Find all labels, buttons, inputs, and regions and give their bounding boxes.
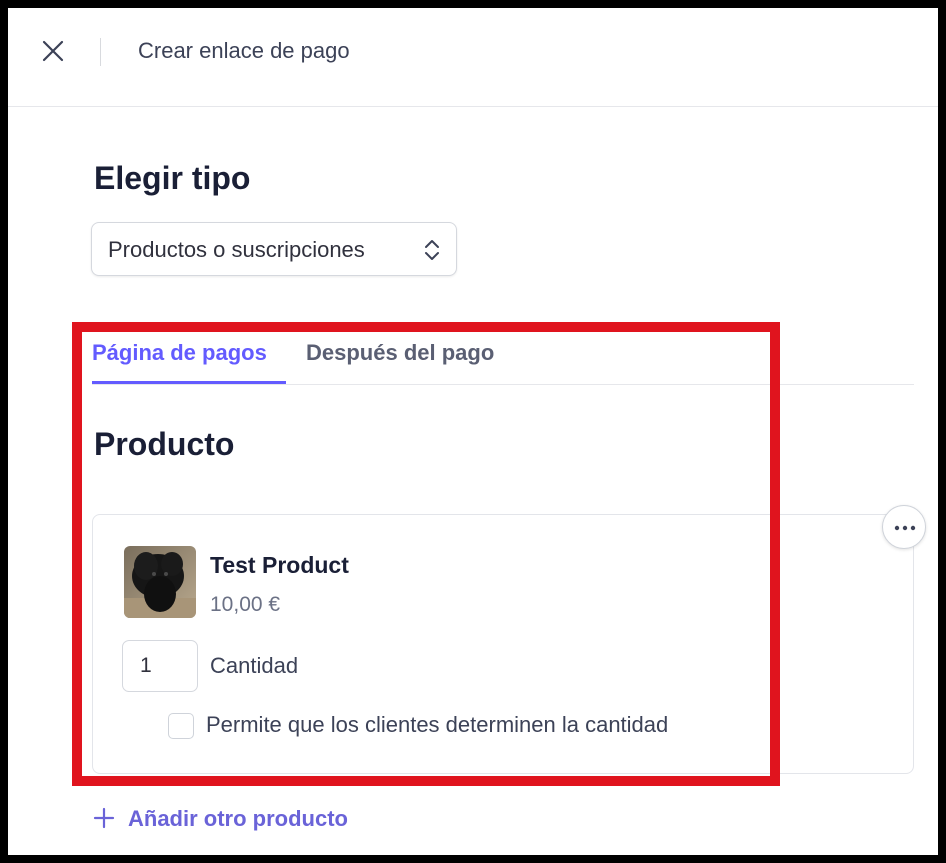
product-more-button[interactable] [882,505,926,549]
header-divider [100,38,101,66]
quantity-input[interactable] [122,640,198,692]
choose-type-heading: Elegir tipo [94,160,251,196]
chevron-up-down-icon [425,240,439,260]
allow-adjust-quantity-label[interactable]: Permite que los clientes determinen la c… [206,712,668,738]
more-horizontal-icon [894,525,916,531]
product-thumbnail [124,546,196,618]
close-button[interactable] [38,36,70,68]
product-heading: Producto [94,426,235,462]
plus-icon [93,807,115,829]
tab-bar: Página de pagos Después del pago [92,340,914,385]
link-type-value: Productos o suscripciones [108,237,365,262]
add-product-label: Añadir otro producto [128,806,348,831]
allow-adjust-quantity-checkbox[interactable] [168,713,194,739]
close-icon [42,40,64,62]
window-frame: Crear enlace de pago Elegir tipo Product… [0,0,946,863]
product-price: 10,00 € [210,593,281,616]
tab-payment-page[interactable]: Página de pagos [92,340,286,384]
quantity-label: Cantidad [210,653,299,678]
link-type-select[interactable]: Productos o suscripciones [91,222,457,276]
header-bar: Crear enlace de pago [8,8,938,107]
product-name: Test Product [210,552,349,578]
tab-after-payment[interactable]: Después del pago [306,340,494,384]
page-title: Crear enlace de pago [138,38,350,63]
